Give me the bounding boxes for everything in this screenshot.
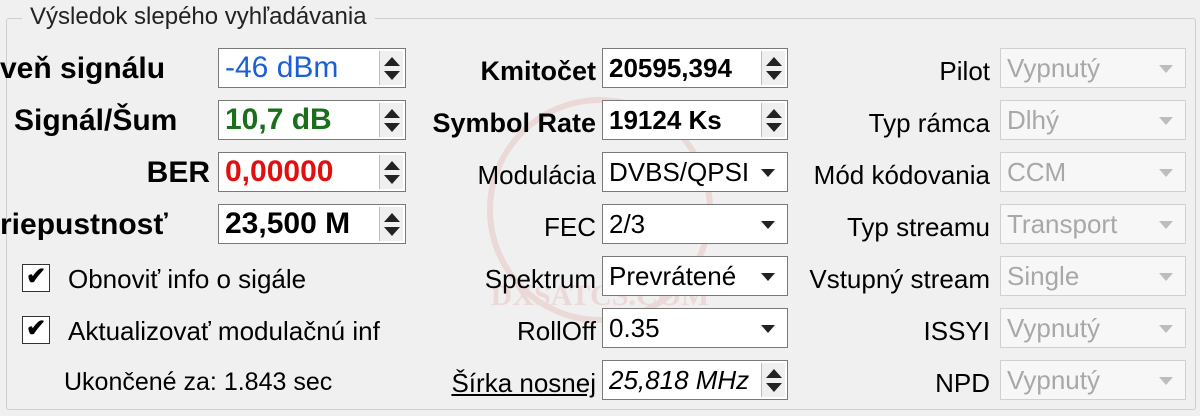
spin-down-icon[interactable] bbox=[384, 123, 400, 132]
throughput-spin[interactable] bbox=[379, 207, 403, 241]
ber-spinbox[interactable]: 0,00000 bbox=[218, 152, 406, 192]
finished-in-text: Ukončené za: 1.843 sec bbox=[64, 368, 333, 396]
stream-type-value: Transport bbox=[1007, 209, 1118, 239]
spin-down-icon[interactable] bbox=[384, 175, 400, 184]
signal-level-label: veň signálu bbox=[0, 52, 166, 85]
frame-type-value: Dlhý bbox=[1007, 105, 1060, 135]
modulation-select[interactable]: DVBS/QPSI bbox=[602, 152, 788, 192]
ber-value: 0,00000 bbox=[225, 155, 334, 188]
update-modulation-label[interactable]: Aktualizovať modulačnú inf bbox=[68, 316, 406, 347]
input-stream-value: Single bbox=[1007, 261, 1080, 291]
npd-label: NPD bbox=[935, 368, 990, 398]
chevron-down-icon[interactable] bbox=[761, 325, 775, 333]
input-stream-select[interactable]: Single bbox=[1000, 256, 1186, 296]
chevron-down-icon[interactable] bbox=[761, 169, 775, 177]
spin-up-icon[interactable] bbox=[384, 109, 400, 118]
spin-up-icon[interactable] bbox=[766, 109, 782, 118]
npd-value: Vypnutý bbox=[1007, 365, 1100, 395]
pilot-label: Pilot bbox=[939, 56, 990, 86]
chevron-down-icon[interactable] bbox=[1159, 169, 1173, 177]
ber-label: BER bbox=[146, 156, 210, 189]
symbol-rate-spin[interactable] bbox=[761, 103, 785, 137]
frame-type-label: Typ rámca bbox=[868, 108, 990, 138]
frame-type-select[interactable]: Dlhý bbox=[1000, 100, 1186, 140]
chevron-down-icon[interactable] bbox=[1159, 325, 1173, 333]
spin-up-icon[interactable] bbox=[384, 161, 400, 170]
group-title: Výsledok slepého vyhľadávania bbox=[22, 3, 375, 31]
symbol-rate-spinbox[interactable]: 19124 Ks bbox=[602, 100, 788, 140]
spin-up-icon[interactable] bbox=[766, 369, 782, 378]
chevron-down-icon[interactable] bbox=[1159, 221, 1173, 229]
spin-up-icon[interactable] bbox=[384, 213, 400, 222]
refresh-signal-checkbox[interactable]: ✔ bbox=[22, 263, 50, 292]
npd-select[interactable]: Vypnutý bbox=[1000, 360, 1186, 400]
coding-mode-label: Mód kódovania bbox=[813, 160, 990, 190]
snr-spinbox[interactable]: 10,7 dB bbox=[218, 100, 406, 140]
symbol-rate-label: Symbol Rate bbox=[432, 108, 596, 138]
spin-up-icon[interactable] bbox=[766, 57, 782, 66]
spectrum-label: Spektrum bbox=[484, 264, 596, 294]
spin-down-icon[interactable] bbox=[766, 383, 782, 392]
update-modulation-checkbox[interactable]: ✔ bbox=[22, 315, 50, 344]
frequency-spin[interactable] bbox=[761, 51, 785, 85]
frequency-spinbox[interactable]: 20595,394 bbox=[602, 48, 788, 88]
stream-type-select[interactable]: Transport bbox=[1000, 204, 1186, 244]
rolloff-select[interactable]: 0.35 bbox=[602, 308, 788, 348]
frequency-value: 20595,394 bbox=[609, 53, 732, 83]
rolloff-label: RollOff bbox=[517, 316, 596, 346]
modulation-label: Modulácia bbox=[477, 160, 596, 190]
spin-down-icon[interactable] bbox=[766, 123, 782, 132]
signal-level-spinbox[interactable]: -46 dBm bbox=[218, 48, 406, 88]
checkmark-icon: ✔ bbox=[26, 263, 47, 290]
throughput-label: riepustnosť bbox=[0, 208, 168, 241]
frequency-label: Kmitočet bbox=[480, 56, 596, 86]
snr-spin[interactable] bbox=[379, 103, 403, 137]
symbol-rate-value: 19124 Ks bbox=[609, 105, 722, 135]
throughput-value: 23,500 M bbox=[225, 207, 351, 240]
signal-level-value: -46 dBm bbox=[225, 51, 339, 84]
signal-level-spin[interactable] bbox=[379, 51, 403, 85]
input-stream-label: Vstupný stream bbox=[809, 264, 990, 294]
ber-spin[interactable] bbox=[379, 155, 403, 189]
carrier-width-spinbox[interactable]: 25,818 MHz bbox=[602, 360, 788, 400]
issyi-select[interactable]: Vypnutý bbox=[1000, 308, 1186, 348]
issyi-label: ISSYI bbox=[923, 316, 990, 346]
carrier-width-value: 25,818 MHz bbox=[609, 365, 750, 395]
spectrum-value: Prevrátené bbox=[609, 261, 737, 291]
chevron-down-icon[interactable] bbox=[761, 221, 775, 229]
chevron-down-icon[interactable] bbox=[1159, 273, 1173, 281]
spin-up-icon[interactable] bbox=[384, 57, 400, 66]
checkmark-icon: ✔ bbox=[26, 315, 47, 342]
snr-value: 10,7 dB bbox=[225, 103, 332, 136]
coding-mode-select[interactable]: CCM bbox=[1000, 152, 1186, 192]
fec-select[interactable]: 2/3 bbox=[602, 204, 788, 244]
throughput-spinbox[interactable]: 23,500 M bbox=[218, 204, 406, 244]
fec-value: 2/3 bbox=[609, 209, 646, 239]
issyi-value: Vypnutý bbox=[1007, 313, 1100, 343]
coding-mode-value: CCM bbox=[1007, 157, 1067, 187]
pilot-value: Vypnutý bbox=[1007, 53, 1100, 83]
carrier-width-spin[interactable] bbox=[761, 363, 785, 397]
chevron-down-icon[interactable] bbox=[1159, 117, 1173, 125]
chevron-down-icon[interactable] bbox=[1159, 377, 1173, 385]
spectrum-select[interactable]: Prevrátené bbox=[602, 256, 788, 296]
stream-type-label: Typ streamu bbox=[846, 212, 990, 242]
spin-down-icon[interactable] bbox=[384, 71, 400, 80]
spin-down-icon[interactable] bbox=[384, 227, 400, 236]
chevron-down-icon[interactable] bbox=[1159, 65, 1173, 73]
snr-label: Signál/Šum bbox=[14, 104, 178, 137]
refresh-signal-label[interactable]: Obnoviť info o sigále bbox=[68, 264, 306, 295]
chevron-down-icon[interactable] bbox=[761, 273, 775, 281]
fec-label: FEC bbox=[544, 212, 596, 242]
carrier-width-link[interactable]: Šírka nosnej bbox=[420, 368, 596, 399]
rolloff-value: 0.35 bbox=[609, 313, 660, 343]
spin-down-icon[interactable] bbox=[766, 71, 782, 80]
pilot-select[interactable]: Vypnutý bbox=[1000, 48, 1186, 88]
modulation-value: DVBS/QPSI bbox=[609, 157, 750, 187]
